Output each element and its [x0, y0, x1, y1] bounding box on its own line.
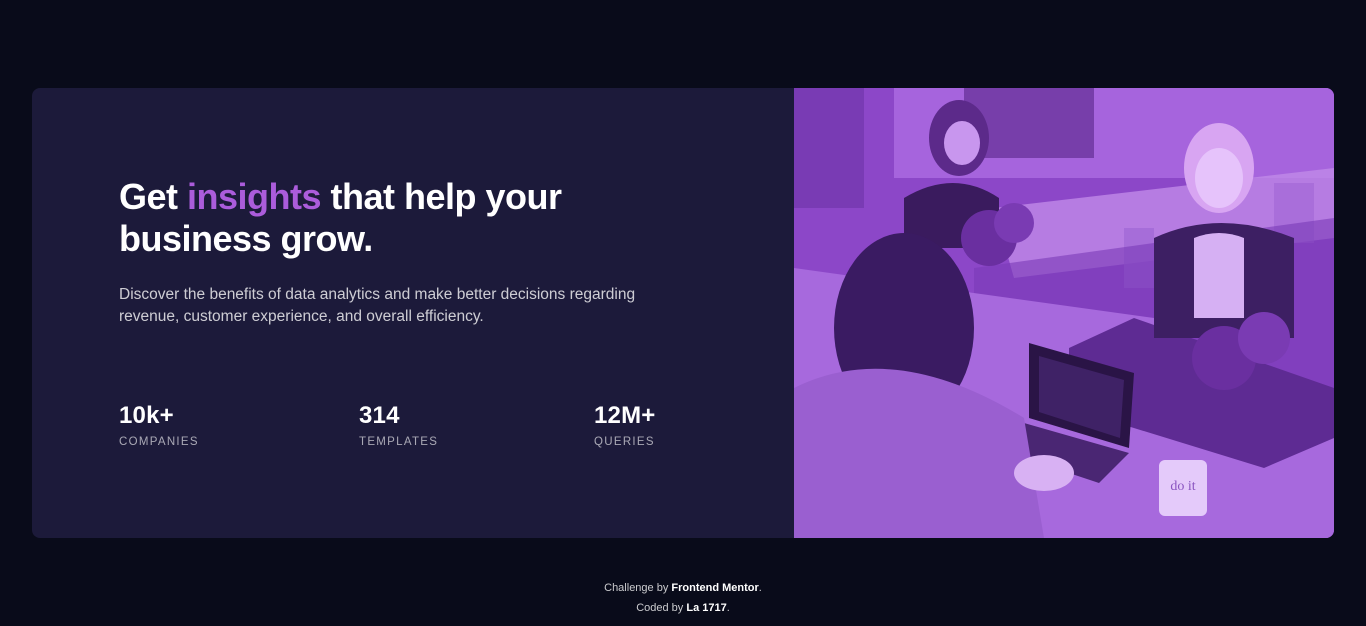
frontend-mentor-link[interactable]: Frontend Mentor: [671, 582, 758, 594]
stat-value: 314: [359, 402, 400, 429]
heading-text-start: Get: [119, 176, 188, 217]
mug-text: do it: [1170, 479, 1195, 494]
challenge-attribution: Challenge by Frontend Mentor.: [0, 578, 1366, 598]
stat-templates: 314 Templates: [359, 402, 438, 448]
heading-accent-word: insights: [187, 176, 322, 217]
coder-attribution: Coded by La 1717.: [0, 598, 1366, 618]
stat-label: Queries: [594, 436, 655, 448]
coder-link[interactable]: La 1717: [686, 602, 726, 614]
hero-image: do it: [794, 88, 1334, 538]
hero-description: Discover the benefits of data analytics …: [119, 286, 636, 325]
stats-preview-card: Get insights that help your business gro…: [32, 88, 1334, 538]
stat-queries: 12M+ Queries: [594, 402, 656, 448]
person-right-face: [1195, 148, 1243, 208]
plant: [1238, 312, 1290, 364]
stat-value: 10k+: [119, 402, 174, 429]
person-front-hand: [1014, 455, 1074, 491]
hero-heading: Get insights that help your business gro…: [119, 176, 639, 260]
challenge-prefix: Challenge by: [604, 582, 672, 594]
office-photo-illustration: do it: [794, 88, 1334, 538]
person-back-face: [944, 121, 980, 165]
stat-label: Companies: [119, 436, 199, 448]
card-content: Get insights that help your business gro…: [32, 88, 794, 538]
stat-value: 12M+: [594, 402, 656, 429]
attribution-footer: Challenge by Frontend Mentor. Coded by L…: [0, 578, 1366, 618]
person-right-shirt: [1194, 233, 1244, 318]
challenge-suffix: .: [758, 582, 762, 594]
stat-companies: 10k+ Companies: [119, 402, 199, 448]
plant: [994, 203, 1034, 243]
stat-label: Templates: [359, 436, 439, 448]
coded-prefix: Coded by: [636, 602, 687, 614]
coded-suffix: .: [726, 602, 730, 614]
doorway: [794, 88, 864, 208]
